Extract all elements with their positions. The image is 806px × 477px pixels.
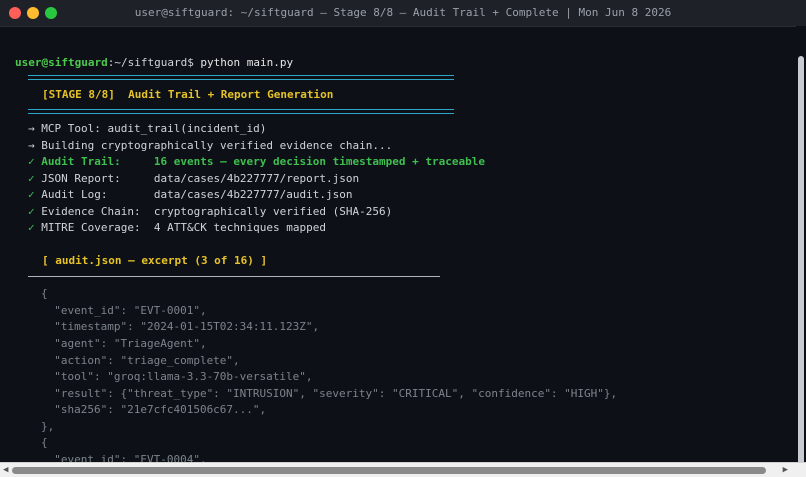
stage-rule-bottom: [28, 109, 454, 114]
json-line: "agent": "TriageAgent",: [41, 337, 207, 350]
arrow-icon: →: [28, 122, 35, 135]
result-line-json-report: ✓ JSON Report: data/cases/4b227777/repor…: [28, 171, 359, 187]
stage-rule-top: [28, 75, 454, 80]
json-line: "result": {"threat_type": "INTRUSION", "…: [41, 387, 618, 400]
json-line: "action": "triage_complete",: [41, 354, 240, 367]
scroll-down-icon[interactable]: ▼: [799, 453, 804, 462]
json-line: "sha256": "21e7cfc401506c67...",: [41, 403, 267, 416]
scroll-left-icon[interactable]: ◀: [3, 465, 8, 475]
prompt-path: :~/siftguard$: [107, 56, 194, 69]
result-line-evidence-chain: ✓ Evidence Chain: cryptographically veri…: [28, 204, 392, 220]
horizontal-scrollbar[interactable]: ◀ ▶: [0, 462, 806, 477]
result-label: JSON Report:: [34, 172, 154, 185]
check-icon: ✓: [28, 155, 35, 168]
step-line: → MCP Tool: audit_trail(incident_id): [28, 121, 266, 137]
result-line-audit-trail: ✓ Audit Trail: 16 events — every decisio…: [28, 154, 485, 170]
prompt-command: python main.py: [193, 56, 294, 69]
check-icon: ✓: [28, 221, 35, 234]
vertical-scrollbar-thumb[interactable]: [798, 56, 804, 476]
json-line: },: [41, 420, 55, 433]
check-icon: ✓: [28, 172, 35, 185]
json-line: {: [41, 287, 48, 300]
check-icon: ✓: [28, 188, 35, 201]
result-value: cryptographically verified (SHA-256): [153, 205, 393, 218]
title-bar: user@siftguard: ~/siftguard — Stage 8/8 …: [0, 0, 806, 27]
prompt-line: user@siftguard:~/siftguard$ python main.…: [15, 55, 293, 71]
window-title: user@siftguard: ~/siftguard — Stage 8/8 …: [134, 6, 672, 19]
stage-header: [STAGE 8/8] Audit Trail + Report Generat…: [42, 88, 334, 101]
horizontal-scrollbar-thumb[interactable]: [12, 467, 766, 474]
result-label: MITRE Coverage:: [34, 221, 154, 234]
scroll-right-icon[interactable]: ▶: [783, 465, 788, 475]
json-line: "tool": "groq:llama-3.3-70b-versatile",: [41, 370, 313, 383]
result-value: 16 events — every decision timestamped +…: [153, 155, 485, 168]
result-value: 4 ATT&CK techniques mapped: [153, 221, 327, 234]
excerpt-title: [ audit.json — excerpt (3 of 16) ]: [42, 254, 268, 267]
step-line: → Building cryptographically verified ev…: [28, 138, 392, 154]
result-value: data/cases/4b227777/report.json: [153, 172, 360, 185]
result-line-audit-log: ✓ Audit Log: data/cases/4b227777/audit.j…: [28, 187, 353, 203]
result-label: Audit Trail:: [34, 155, 154, 168]
result-label: Audit Log:: [34, 188, 154, 201]
check-icon: ✓: [28, 205, 35, 218]
step-text: Building cryptographically verified evid…: [34, 139, 393, 152]
result-label: Evidence Chain:: [34, 205, 154, 218]
result-line-mitre-coverage: ✓ MITRE Coverage: 4 ATT&CK techniques ma…: [28, 220, 326, 236]
vertical-scrollbar[interactable]: [796, 26, 806, 476]
arrow-icon: →: [28, 139, 35, 152]
json-line: "timestamp": "2024-01-15T02:34:11.123Z",: [41, 320, 320, 333]
json-line: {: [41, 436, 48, 449]
json-line: "event_id": "EVT-0001",: [41, 304, 207, 317]
step-text: MCP Tool: audit_trail(incident_id): [34, 122, 267, 135]
result-value: data/cases/4b227777/audit.json: [153, 188, 353, 201]
excerpt-rule: [28, 276, 440, 277]
prompt-user-host: user@siftguard: [15, 56, 108, 69]
